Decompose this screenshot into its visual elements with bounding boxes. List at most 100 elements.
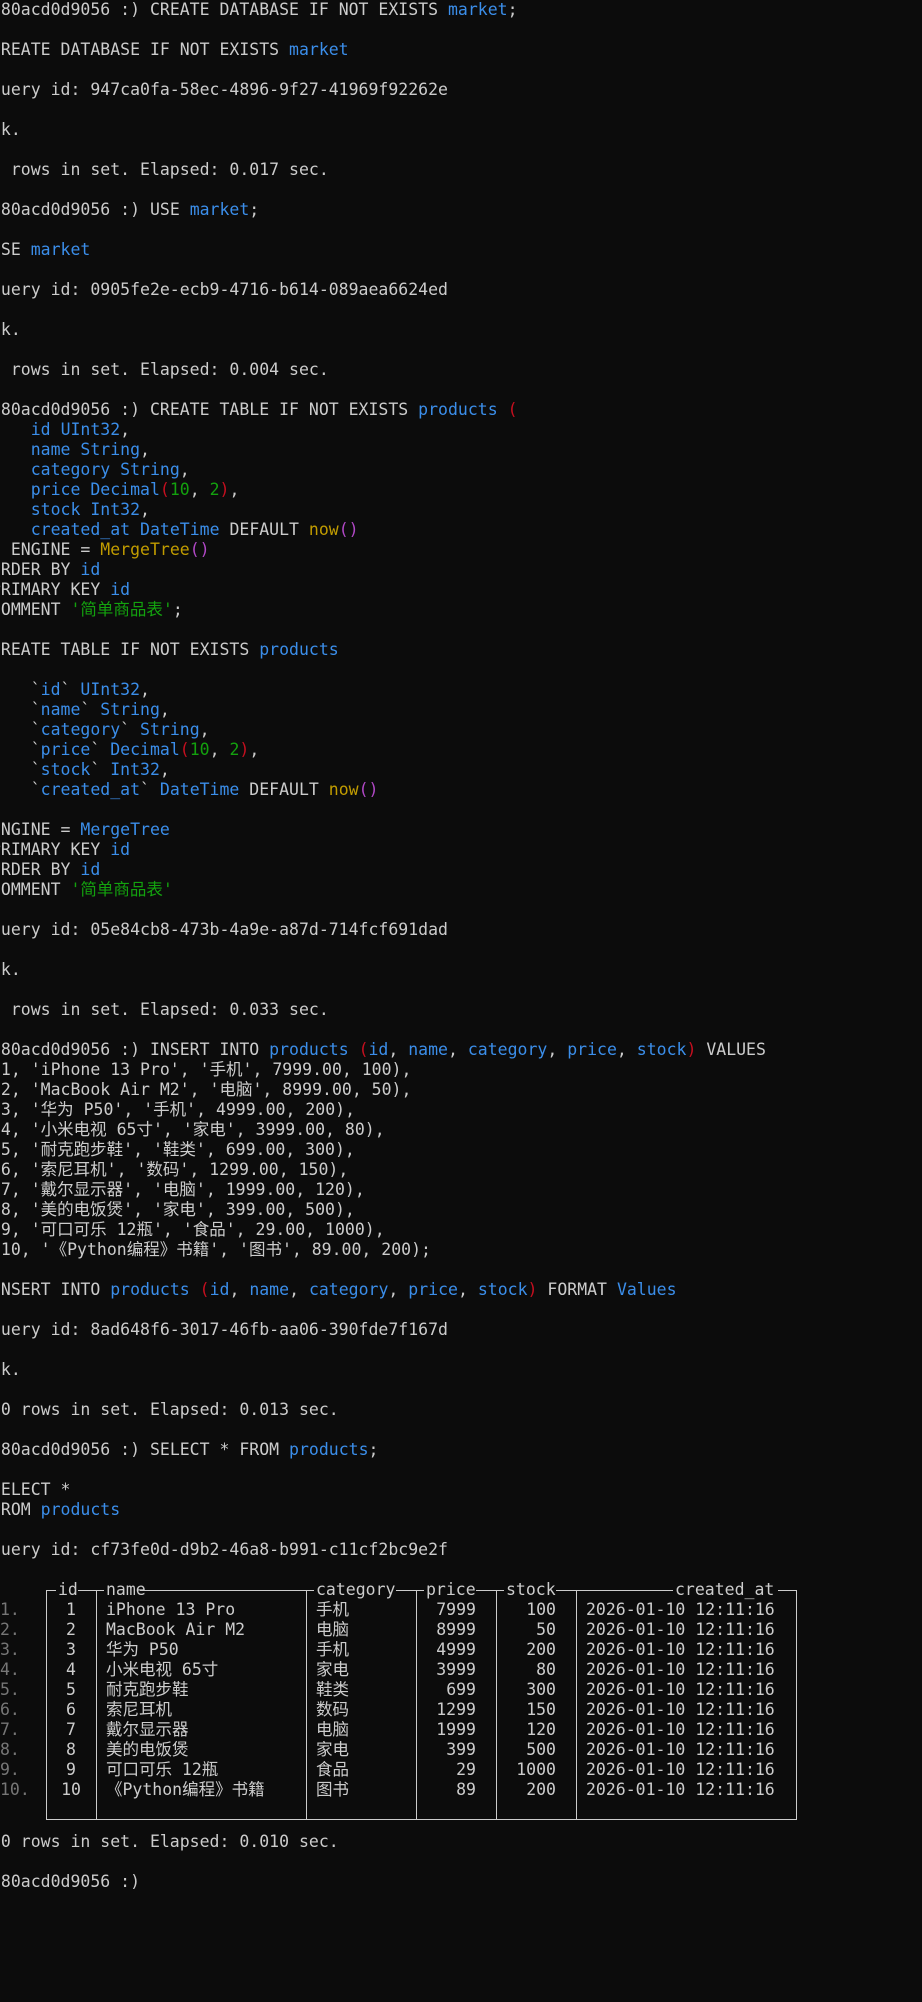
result-summary: 0 rows in set. Elapsed: 0.004 sec.: [0, 360, 329, 379]
table-cell-price: 3999: [436, 1660, 476, 1679]
sql-keyword: FORMAT: [537, 1280, 617, 1299]
command-line: 780acd0d9056 :) SELECT * FROM products;: [0, 1440, 378, 1460]
table-cell-price: 1299: [436, 1700, 476, 1719]
sql-punct: ;: [368, 1440, 379, 1459]
insert-values-line: (1, 'iPhone 13 Pro', '手机', 7999.00, 100)…: [0, 1060, 411, 1080]
result-summary: 0 rows in set. Elapsed: 0.017 sec.: [0, 160, 329, 179]
sql-identifier: market: [289, 40, 349, 59]
table-cell-price: 1999: [436, 1720, 476, 1739]
table-row[interactable]: 9. 9 可口可乐 12瓶 食品 29 1000 2026-01-10 12:11:16: [0, 1760, 800, 1780]
column-type: String: [140, 720, 200, 739]
table-cell-created_at: 2026-01-10 12:11:16: [586, 1620, 775, 1639]
sql-number: 10: [169, 480, 190, 499]
prompt: 780acd0d9056 :): [0, 1872, 141, 1891]
table-row[interactable]: 5. 5 耐克跑步鞋 鞋类 699 300 2026-01-10 12:11:16: [0, 1680, 800, 1700]
table-cell-category: 图书: [316, 1780, 349, 1799]
sql-keyword: FROM: [0, 1500, 31, 1519]
backtick: `: [30, 720, 41, 739]
echo-column-line: `price` Decimal(10, 2),: [0, 740, 260, 760]
query-id-line: Query id: 0905fe2e-ecb9-4716-b614-089aea…: [0, 280, 448, 300]
table-row[interactable]: 8. 8 美的电饭煲 家电 399 500 2026-01-10 12:11:16: [0, 1740, 800, 1760]
table-cell-id: 7: [66, 1720, 76, 1739]
insert-row: (2, 'MacBook Air M2', '电脑', 8999.00, 50)…: [0, 1080, 412, 1099]
row-number: 8.: [0, 1740, 20, 1759]
insert-values-line: (4, '小米电视 65寸', '家电', 3999.00, 80),: [0, 1120, 385, 1140]
terminal-window[interactable]: 780acd0d9056 :) CREATE DATABASE IF NOT E…: [0, 0, 922, 2002]
ok-text: Ok.: [0, 960, 21, 979]
sql-keyword: ORDER BY: [0, 560, 71, 579]
table-cell-stock: 1000: [516, 1760, 556, 1779]
column-def-line: category String,: [0, 460, 190, 480]
column-header-stock[interactable]: stock: [506, 1580, 556, 1600]
table-row[interactable]: 6. 6 索尼耳机 数码 1299 150 2026-01-10 12:11:16: [0, 1700, 800, 1720]
table-cell-stock: 200: [526, 1640, 556, 1659]
sql-paren: (: [358, 1040, 369, 1059]
pk-line: PRIMARY KEY id: [0, 580, 130, 600]
sql-keyword: ENGINE =: [0, 820, 71, 839]
table-cell-category: 家电: [316, 1660, 349, 1679]
table-cell-price: 699: [446, 1680, 476, 1699]
table-cell-id: 10: [61, 1780, 81, 1799]
sql-identifier: id: [80, 560, 101, 579]
sql-paren: ): [239, 740, 250, 759]
row-number: 4.: [0, 1660, 20, 1679]
table-row[interactable]: 10. 10 《Python编程》书籍 图书 89 200 2026-01-10 12:11…: [0, 1780, 800, 1800]
table-cell-stock: 100: [526, 1600, 556, 1619]
row-number: 1.: [0, 1600, 20, 1619]
command-line: 780acd0d9056 :) USE market;: [0, 200, 259, 220]
sql-number: 2: [229, 740, 240, 759]
sql-identifier: products: [110, 1280, 200, 1299]
table-cell-category: 数码: [316, 1700, 349, 1719]
column-header-created_at[interactable]: created_at: [675, 1580, 775, 1600]
sql-punct: ,: [140, 500, 150, 519]
table-cell-price: 8999: [436, 1620, 476, 1639]
backtick: `: [90, 740, 111, 759]
echo-line: FROM products: [0, 1500, 120, 1520]
sql-punct: ,: [616, 1040, 637, 1059]
table-cell-created_at: 2026-01-10 12:11:16: [586, 1700, 775, 1719]
column-type: Int32: [110, 760, 160, 779]
column-header-category[interactable]: category: [316, 1580, 396, 1600]
table-row[interactable]: 4. 4 小米电视 65寸 家电 3999 80 2026-01-10 12:11:16: [0, 1660, 800, 1680]
table-cell-category: 鞋类: [316, 1680, 349, 1699]
sql-string: '简单商品表': [70, 600, 173, 619]
sql-paren: (: [497, 400, 518, 419]
column-name: id: [40, 680, 61, 699]
table-cell-id: 5: [66, 1680, 76, 1699]
echo-line: INSERT INTO products (id, name, category…: [0, 1280, 677, 1300]
echo-column-line: `id` UInt32,: [0, 680, 150, 700]
sql-string: '简单商品表': [70, 880, 173, 899]
engine-line: ) ENGINE = MergeTree(): [0, 540, 210, 560]
query-id-line: Query id: cf73fe0d-d9b2-46a8-b991-c11cf2…: [0, 1540, 448, 1560]
sql-paren: ): [219, 480, 230, 499]
column-name: name: [249, 1280, 290, 1299]
table-top-border: [778, 1590, 797, 1591]
table-row[interactable]: 1. 1 iPhone 13 Pro 手机 7999 100 2026-01-10 12:1…: [0, 1600, 800, 1620]
table-cell-price: 4999: [436, 1640, 476, 1659]
query-id-line: Query id: 8ad648f6-3017-46fb-aa06-390fde…: [0, 1320, 448, 1340]
column-header-price[interactable]: price: [426, 1580, 476, 1600]
column-header-id[interactable]: id: [58, 1580, 78, 1600]
table-cell-stock: 300: [526, 1680, 556, 1699]
sql-keyword: PRIMARY KEY: [0, 580, 111, 599]
table-row[interactable]: 7. 7 戴尔显示器 电脑 1999 120 2026-01-10 12:11:16: [0, 1720, 800, 1740]
result-line: 10 rows in set. Elapsed: 0.010 sec.: [0, 1832, 339, 1852]
table-cell-category: 家电: [316, 1740, 349, 1759]
sql-function: now: [328, 780, 359, 799]
command-line: 780acd0d9056 :) INSERT INTO products (id…: [0, 1040, 766, 1060]
sql-identifier: products: [418, 400, 498, 419]
table-cell-id: 4: [66, 1660, 76, 1679]
table-cell-id: 6: [66, 1700, 76, 1719]
sql-keyword: DEFAULT: [239, 780, 329, 799]
sql-paren: (: [179, 740, 190, 759]
insert-values-line: (10, '《Python编程》书籍', '图书', 89.00, 200);: [0, 1240, 431, 1260]
insert-row: (8, '美的电饭煲', '家电', 399.00, 500),: [0, 1200, 355, 1219]
sql-paren: (): [338, 520, 359, 539]
column-name: name: [408, 1040, 448, 1059]
table-row[interactable]: 2. 2 MacBook Air M2 电脑 8999 50 2026-01-10 12:1…: [0, 1620, 800, 1640]
table-cell-category: 食品: [316, 1760, 349, 1779]
echo-line: ORDER BY id: [0, 860, 100, 880]
sql-punct: ,: [140, 680, 150, 699]
table-row[interactable]: 3. 3 华为 P50 手机 4999 200 2026-01-10 12:11:16: [0, 1640, 800, 1660]
